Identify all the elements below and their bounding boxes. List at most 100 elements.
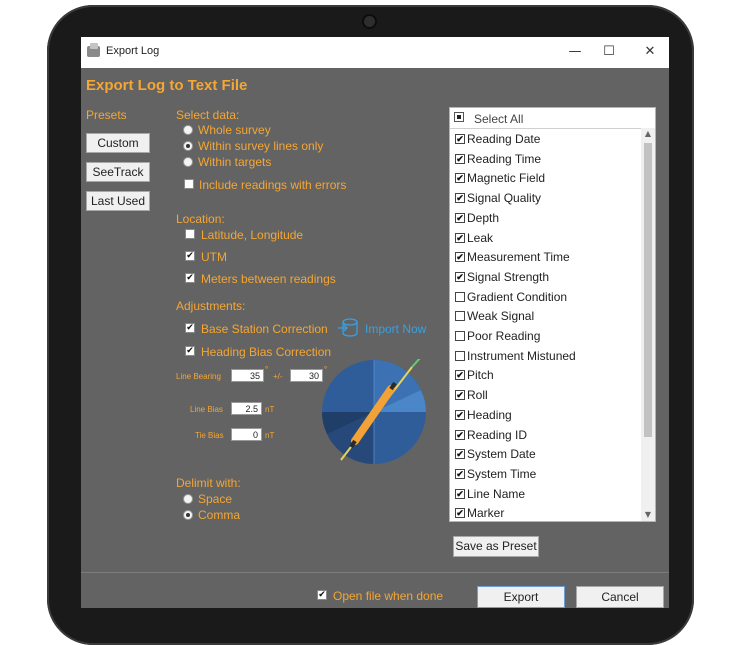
radio-comma-label: Comma xyxy=(198,508,241,522)
meters-checkbox[interactable]: ✔ xyxy=(185,273,195,283)
radio-comma[interactable] xyxy=(183,510,193,520)
delimit-label: Delimit with: xyxy=(176,476,241,490)
cancel-button[interactable]: Cancel xyxy=(576,586,664,608)
field-checkbox[interactable]: ✔ xyxy=(455,508,465,519)
bearing-tolerance-input[interactable]: 30 xyxy=(290,369,323,382)
select-all-label: Select All xyxy=(474,112,524,126)
list-scrollbar[interactable]: ▲ ▼ xyxy=(641,128,655,521)
include-errors-checkbox[interactable] xyxy=(184,179,194,189)
field-checkbox[interactable] xyxy=(455,350,465,361)
field-label: Instrument Mistuned xyxy=(467,348,576,363)
line-bearing-label: Line Bearing xyxy=(176,372,221,381)
line-bias-unit: nT xyxy=(265,405,275,414)
meters-label: Meters between readings xyxy=(201,272,336,286)
field-checkbox[interactable]: ✔ xyxy=(455,449,465,460)
field-checkbox[interactable]: ✔ xyxy=(455,271,465,282)
line-bias-label: Line Bias xyxy=(190,405,223,414)
camera-icon xyxy=(364,16,375,27)
base-station-label: Base Station Correction xyxy=(201,322,328,336)
field-label: Reading Time xyxy=(467,151,542,166)
field-label: Reading ID xyxy=(467,427,528,442)
page-title: Export Log to Text File xyxy=(86,77,248,94)
field-label: Line Name xyxy=(467,486,526,501)
radio-whole-survey-label: Whole survey xyxy=(198,123,271,137)
save-as-preset-button[interactable]: Save as Preset xyxy=(453,536,539,557)
field-checkbox[interactable]: ✔ xyxy=(455,193,465,204)
radio-within-targets-label: Within targets xyxy=(198,155,272,169)
field-label: Signal Quality xyxy=(467,191,542,206)
field-checkbox[interactable] xyxy=(455,331,465,341)
location-label: Location: xyxy=(176,212,225,226)
radio-space-label: Space xyxy=(198,492,233,506)
field-label: Pitch xyxy=(467,368,494,383)
radio-within-targets[interactable] xyxy=(183,157,193,167)
open-when-done-checkbox[interactable]: ✔ xyxy=(317,590,327,600)
scrollbar-thumb[interactable] xyxy=(644,143,652,437)
export-button[interactable]: Export xyxy=(477,586,565,608)
line-bias-input[interactable]: 2.5 xyxy=(231,402,262,415)
bearing-dial[interactable] xyxy=(321,359,427,465)
field-checkbox[interactable]: ✔ xyxy=(455,153,465,164)
field-checkbox[interactable]: ✔ xyxy=(455,212,465,223)
tie-bias-unit: nT xyxy=(265,431,275,440)
minimize-icon[interactable]: — xyxy=(566,44,584,60)
fields-listbox[interactable]: Select All ✔ Reading Date ✔ Reading Time ✔ Ma… xyxy=(449,107,656,522)
adjustments-label: Adjustments: xyxy=(176,299,246,313)
field-label: Leak xyxy=(467,230,494,245)
utm-label: UTM xyxy=(201,250,227,264)
preset-last-used-button[interactable]: Last Used xyxy=(86,191,150,211)
radio-whole-survey[interactable] xyxy=(183,125,193,135)
import-now-link[interactable]: Import Now xyxy=(365,322,426,336)
include-errors-label: Include readings with errors xyxy=(199,178,347,192)
scroll-up-icon[interactable]: ▲ xyxy=(641,128,655,140)
field-checkbox[interactable]: ✔ xyxy=(455,134,465,144)
title-bar: Export Log — ☐ ✕ xyxy=(81,37,669,68)
latlon-checkbox[interactable] xyxy=(185,229,195,239)
field-checkbox[interactable] xyxy=(455,291,465,302)
field-checkbox[interactable]: ✔ xyxy=(455,409,465,420)
radio-within-lines[interactable] xyxy=(183,141,193,151)
heading-bias-label: Heading Bias Correction xyxy=(201,345,332,359)
radio-space[interactable] xyxy=(183,494,193,504)
field-checkbox[interactable]: ✔ xyxy=(455,232,465,243)
field-checkbox[interactable]: ✔ xyxy=(455,468,465,479)
field-checkbox[interactable]: ✔ xyxy=(455,173,465,184)
field-label: System Time xyxy=(467,466,537,481)
field-checkbox[interactable]: ✔ xyxy=(455,390,465,401)
base-station-checkbox[interactable]: ✔ xyxy=(185,323,195,333)
plus-minus-label: +/- xyxy=(273,372,283,381)
utm-checkbox[interactable]: ✔ xyxy=(185,251,195,261)
maximize-icon[interactable]: ☐ xyxy=(600,44,618,60)
field-checkbox[interactable]: ✔ xyxy=(455,429,465,440)
field-label: Weak Signal xyxy=(467,309,535,324)
footer-divider xyxy=(81,572,669,573)
app-icon xyxy=(87,43,100,57)
field-label: Measurement Time xyxy=(467,250,570,265)
field-checkbox[interactable]: ✔ xyxy=(455,252,465,263)
preset-custom-button[interactable]: Custom xyxy=(86,133,150,153)
window-title: Export Log xyxy=(106,45,160,57)
select-all-box[interactable] xyxy=(454,112,464,122)
field-label: System Date xyxy=(467,447,536,462)
line-bearing-input[interactable]: 35 xyxy=(231,369,264,382)
select-data-label: Select data: xyxy=(176,108,240,122)
field-label: Signal Strength xyxy=(467,269,550,284)
export-log-window: Export Log — ☐ ✕ Export Log to Text File… xyxy=(81,37,669,608)
field-checkbox[interactable]: ✔ xyxy=(455,370,465,381)
radio-within-lines-label: Within survey lines only xyxy=(198,139,324,153)
database-import-icon[interactable] xyxy=(337,318,361,338)
field-label: Depth xyxy=(467,210,500,225)
field-label: Gradient Condition xyxy=(467,289,568,304)
tie-bias-input[interactable]: 0 xyxy=(231,428,262,441)
scroll-down-icon[interactable]: ▼ xyxy=(641,509,655,521)
latlon-label: Latitude, Longitude xyxy=(201,228,304,242)
degree-mark: ° xyxy=(265,365,269,374)
field-checkbox[interactable] xyxy=(455,311,465,322)
open-when-done-label: Open file when done xyxy=(333,589,444,603)
field-label: Marker xyxy=(467,506,505,521)
heading-bias-checkbox[interactable]: ✔ xyxy=(185,346,195,356)
preset-seetrack-button[interactable]: SeeTrack xyxy=(86,162,150,182)
close-icon[interactable]: ✕ xyxy=(641,44,659,60)
field-checkbox[interactable]: ✔ xyxy=(455,488,465,499)
presets-label: Presets xyxy=(86,108,127,122)
